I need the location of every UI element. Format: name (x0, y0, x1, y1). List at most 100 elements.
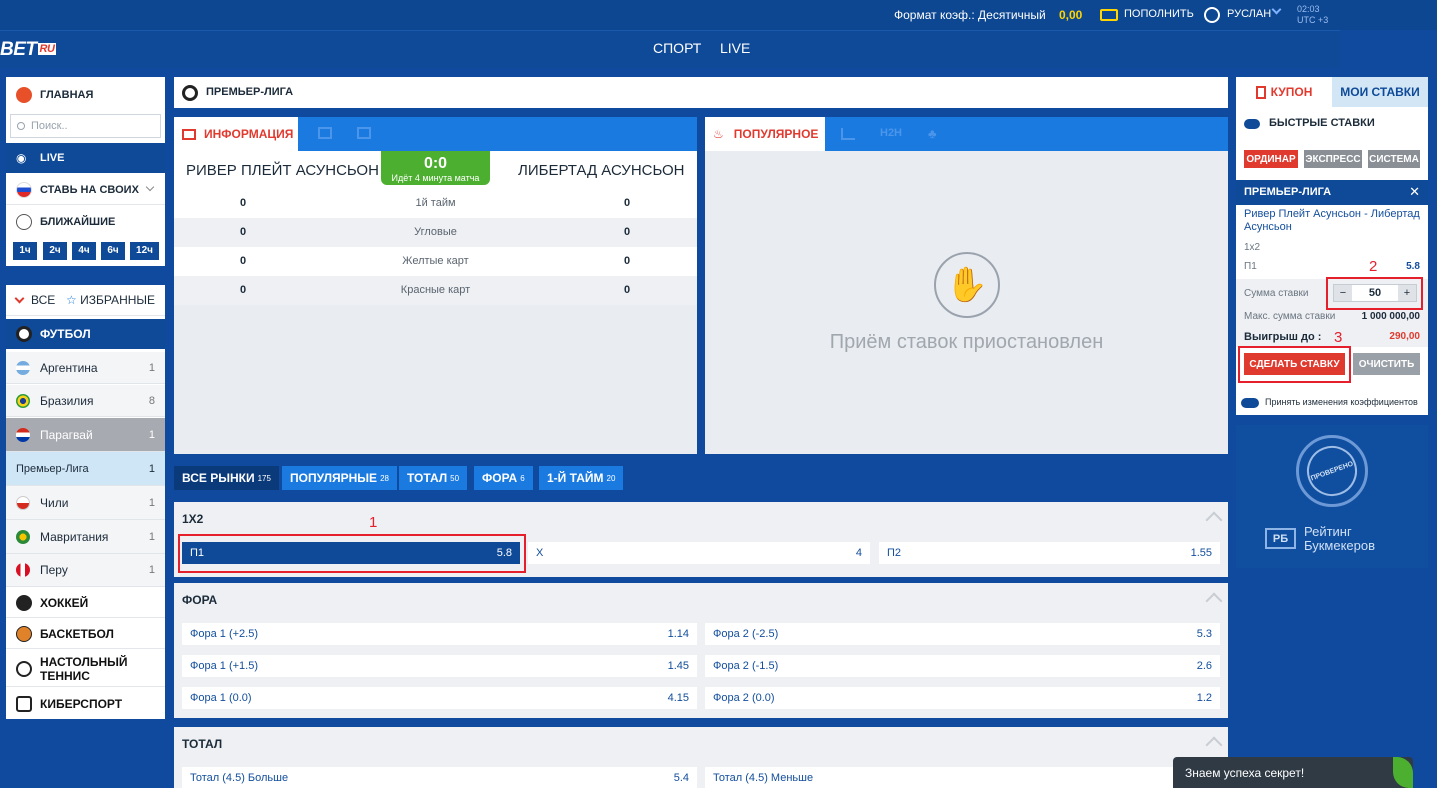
tv-icon[interactable] (357, 127, 371, 139)
chevron-up-icon[interactable] (1205, 736, 1223, 754)
sidebar-item-own[interactable]: СТАВЬ НА СВОИХ (6, 175, 165, 205)
filter-all[interactable]: ВСЕ (14, 293, 55, 307)
user-icon[interactable] (1204, 7, 1220, 23)
logo[interactable]: BET RU (0, 39, 57, 61)
shirt-icon[interactable]: ♣ (928, 126, 937, 141)
stat-row: 0 Красные карт 0 (174, 276, 697, 305)
coupon-market: 1x2 (1244, 242, 1261, 253)
tab-coupon[interactable]: КУПОН (1236, 77, 1332, 107)
wallet-icon[interactable] (1100, 9, 1118, 21)
peru-flag-icon (16, 563, 30, 577)
odds-format[interactable]: Формат коэф.: Десятичный (894, 8, 1046, 22)
tab-count: 50 (450, 473, 460, 483)
hour-filter-6[interactable]: 6ч (101, 242, 125, 260)
score: 0:0 (423, 155, 448, 172)
info-tab-bar: ИНФОРМАЦИЯ (174, 117, 697, 151)
tab-popular[interactable]: ♨ ПОПУЛЯРНОЕ (705, 117, 825, 151)
odd-p2[interactable]: П2 1.55 (879, 542, 1220, 564)
odd-fora[interactable]: Фора 2 (-2.5) 5.3 (705, 623, 1220, 645)
sport-table-tennis[interactable]: НАСТОЛЬНЫЙ ТЕННИС (6, 651, 165, 687)
field-icon[interactable] (318, 127, 332, 139)
tab-fora[interactable]: ФОРА 6 (474, 466, 533, 490)
close-icon[interactable]: ✕ (1409, 184, 1420, 200)
annotation-number-3: 3 (1334, 329, 1343, 346)
nav-live[interactable]: LIVE (720, 40, 750, 56)
odd-fora[interactable]: Фора 1 (+2.5) 1.14 (182, 623, 697, 645)
tab-popular-label: ПОПУЛЯРНОЕ (733, 127, 819, 141)
tab-first-half[interactable]: 1-Й ТАЙМ 20 (539, 466, 624, 490)
odd-value: 5.4 (673, 772, 689, 784)
sidebar-item-label: СТАВЬ НА СВОИХ (40, 183, 139, 196)
deposit-link[interactable]: ПОПОЛНИТЬ (1124, 8, 1194, 20)
odd-fora[interactable]: Фора 2 (0.0) 1.2 (705, 687, 1220, 709)
tab-my-bets[interactable]: МОИ СТАВКИ (1332, 77, 1428, 107)
country-brazil[interactable]: Бразилия 8 (6, 385, 165, 417)
league-header: ПРЕМЬЕР-ЛИГА (174, 77, 1228, 108)
type-single[interactable]: ОРДИНАР (1244, 150, 1298, 168)
chart-icon[interactable] (841, 128, 855, 140)
tab-total[interactable]: ТОТАЛ 50 (399, 466, 468, 490)
coupon-match[interactable]: Ривер Плейт Асунсьон - Либертад Асунсьон (1244, 208, 1420, 234)
accept-changes-toggle[interactable] (1241, 398, 1259, 408)
search-input[interactable]: Поиск.. (10, 114, 161, 138)
annotation-box-1 (178, 534, 526, 573)
rating-banner[interactable]: ПРОВЕРЕНО РБ Рейтинг Букмекеров (1236, 425, 1428, 568)
type-system[interactable]: СИСТЕМА (1368, 150, 1420, 168)
sport-football[interactable]: ФУТБОЛ (6, 319, 165, 349)
sidebar-item-live[interactable]: ◉ LIVE (6, 143, 165, 173)
odd-total[interactable]: Тотал (4.5) Меньше (705, 767, 1220, 788)
country-name: Мавритания (40, 529, 109, 544)
tab-h2h[interactable]: H2H (880, 127, 902, 139)
broadcast-icon: ◉ (16, 151, 27, 165)
odd-label: Фора 2 (0.0) (713, 692, 775, 704)
country-peru[interactable]: Перу 1 (6, 554, 165, 587)
sidebar-item-nearest[interactable]: БЛИЖАЙШИЕ (6, 207, 165, 237)
win-label: Выигрыш до : (1244, 331, 1322, 343)
country-chile[interactable]: Чили 1 (6, 486, 165, 520)
hour-filter-12[interactable]: 12ч (130, 242, 159, 260)
odd-fora[interactable]: Фора 2 (-1.5) 2.6 (705, 655, 1220, 677)
chevron-up-icon[interactable] (1205, 511, 1223, 529)
type-express[interactable]: ЭКСПРЕСС (1304, 150, 1362, 168)
chevron-down-icon (14, 293, 25, 303)
stat-away: 0 (624, 197, 631, 209)
stat-row: 0 Угловые 0 (174, 218, 697, 247)
hour-filter-1[interactable]: 1ч (13, 242, 37, 260)
odd-x[interactable]: X 4 (528, 542, 870, 564)
clear-button[interactable]: ОЧИСТИТЬ (1353, 353, 1420, 375)
user-name[interactable]: РУСЛАН (1227, 8, 1271, 20)
quick-bets-toggle[interactable] (1244, 119, 1260, 129)
suspended-message: Приём ставок приостановлен (829, 331, 1104, 353)
tab-popular-markets[interactable]: ПОПУЛЯРНЫЕ 28 (282, 466, 397, 490)
odd-fora[interactable]: Фора 1 (0.0) 4.15 (182, 687, 697, 709)
chat-widget[interactable]: Знаем успеха секрет! (1173, 757, 1413, 788)
filter-favorites[interactable]: ☆ ИЗБРАННЫЕ (66, 293, 155, 307)
country-paraguay[interactable]: Парагвай 1 (6, 418, 165, 452)
tab-all-markets[interactable]: ВСЕ РЫНКИ 175 (174, 466, 279, 490)
sidebar-item-home[interactable]: ГЛАВНАЯ (6, 80, 165, 110)
chevron-down-icon[interactable] (1271, 4, 1282, 15)
hour-filter-4[interactable]: 4ч (72, 242, 96, 260)
chat-text: Знаем успеха секрет! (1185, 766, 1305, 780)
odd-label: Фора 1 (+1.5) (190, 660, 258, 672)
country-argentina[interactable]: Аргентина 1 (6, 352, 165, 384)
basketball-icon (16, 625, 32, 642)
country-mauritania[interactable]: Мавритания 1 (6, 520, 165, 554)
tab-info[interactable]: ИНФОРМАЦИЯ (174, 117, 298, 151)
tab-count: 6 (520, 473, 525, 483)
odd-fora[interactable]: Фора 1 (+1.5) 1.45 (182, 655, 697, 677)
tab-count: 20 (606, 473, 616, 483)
tab-count: 28 (380, 473, 389, 483)
odd-label: Фора 1 (0.0) (190, 692, 252, 704)
odd-total[interactable]: Тотал (4.5) Больше 5.4 (182, 767, 697, 788)
league-premier[interactable]: Премьер-Лига 1 (6, 452, 165, 486)
sport-hockey[interactable]: ХОККЕЙ (6, 588, 165, 618)
sport-basketball[interactable]: БАСКЕТБОЛ (6, 619, 165, 649)
annotation-number-1: 1 (369, 514, 378, 531)
country-name: Парагвай (40, 427, 93, 442)
sport-esports[interactable]: КИБЕРСПОРТ (6, 689, 165, 719)
hour-filter-2[interactable]: 2ч (43, 242, 67, 260)
stat-row: 0 1й тайм 0 (174, 189, 697, 218)
nav-sport[interactable]: СПОРТ (653, 40, 701, 56)
chevron-up-icon[interactable] (1205, 592, 1223, 610)
